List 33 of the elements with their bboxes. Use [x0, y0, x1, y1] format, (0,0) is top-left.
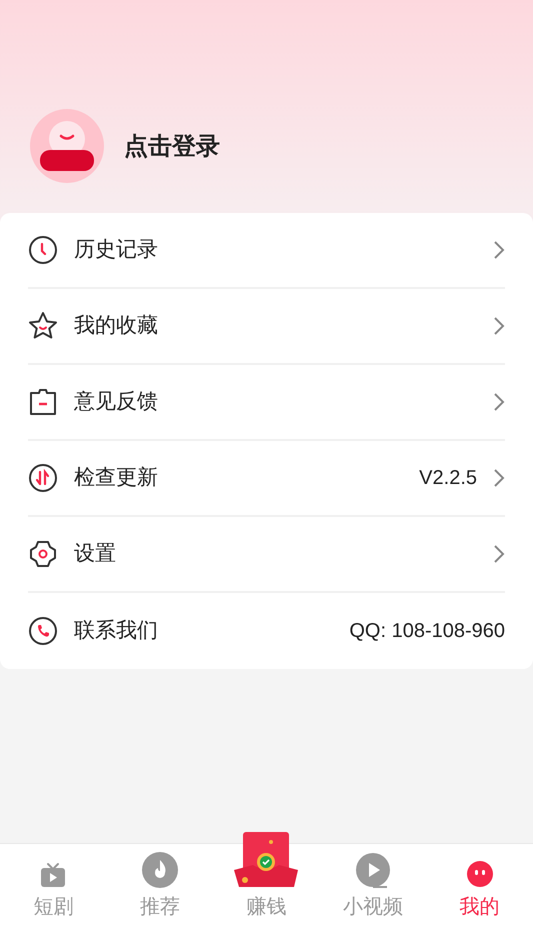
star-icon [28, 311, 58, 341]
menu-item[interactable]: 意见反馈 [28, 365, 505, 441]
menu-item[interactable]: 联系我们 QQ: 108-108-960 [28, 593, 505, 669]
menu-label: 历史记录 [74, 237, 159, 264]
menu-label: 意见反馈 [74, 389, 159, 416]
chevron-icon [493, 316, 505, 336]
envelope-icon [233, 832, 300, 888]
tab-item[interactable]: 我的 [426, 835, 533, 948]
menu-label: 联系我们 [74, 618, 159, 644]
settings-icon [28, 539, 58, 569]
login-button[interactable]: 点击登录 [124, 129, 220, 165]
avatar-icon[interactable] [30, 109, 104, 183]
face-icon [466, 860, 494, 888]
chevron-icon [493, 240, 505, 260]
update-icon [28, 463, 58, 493]
chevron-icon [493, 468, 505, 488]
menu-label: 检查更新 [74, 465, 159, 492]
menu-item[interactable]: 我的收藏 [28, 289, 505, 365]
chevron-icon [493, 544, 505, 564]
tv-icon [40, 862, 66, 888]
clock-icon [28, 235, 58, 265]
menu-value: QQ: 108-108-960 [349, 619, 505, 644]
flame-icon [142, 852, 178, 888]
menu-item[interactable]: 设置 [28, 517, 505, 593]
menu-item[interactable]: 检查更新 V2.2.5 [28, 441, 505, 517]
menu-label: 我的收藏 [74, 313, 159, 340]
phone-icon [28, 616, 58, 646]
play-icon [355, 852, 392, 888]
clipboard-icon [28, 387, 58, 417]
menu-value: V2.2.5 [419, 466, 477, 491]
menu-item[interactable]: 历史记录 [28, 213, 505, 289]
menu-label: 设置 [74, 541, 117, 568]
chevron-icon [493, 392, 505, 412]
